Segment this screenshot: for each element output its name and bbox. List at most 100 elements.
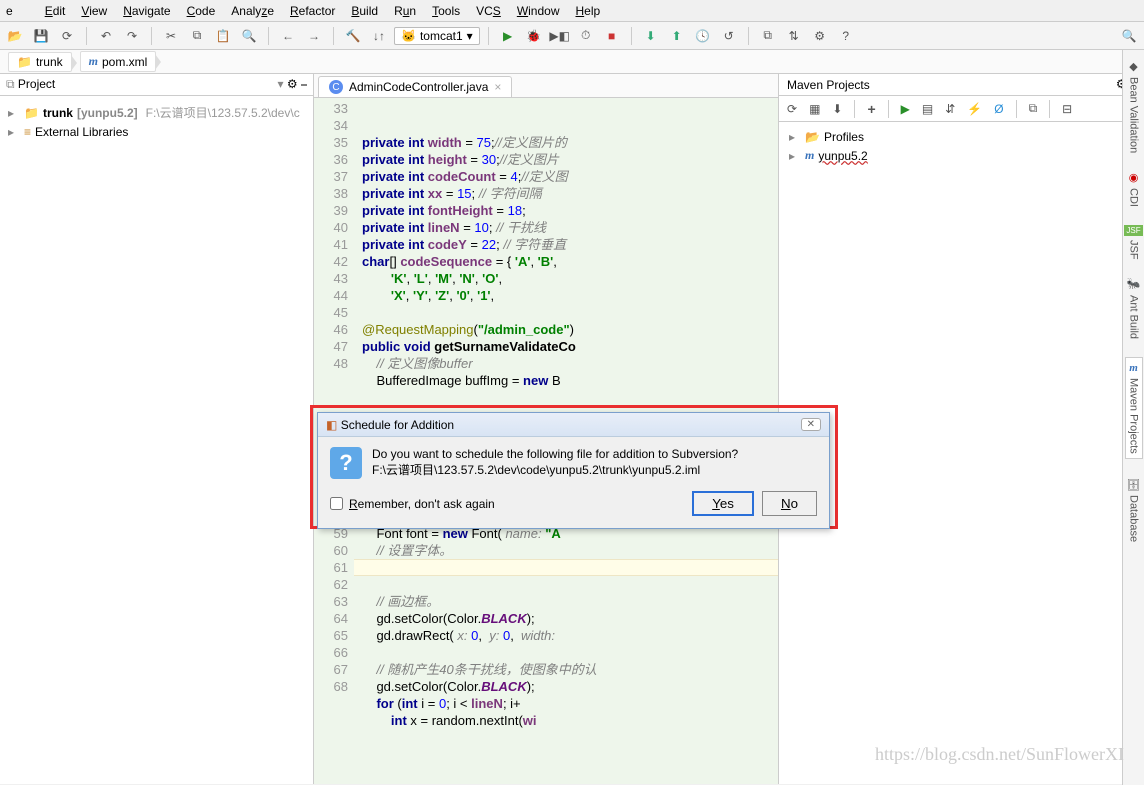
vcs-update-icon[interactable]: ⬇ xyxy=(640,25,662,47)
profile-icon[interactable]: ⏱ xyxy=(575,25,597,47)
menu-tools[interactable]: Tools xyxy=(432,4,460,18)
maven-project-node[interactable]: ▸myunpu5.2 xyxy=(789,146,1134,165)
menu-view[interactable]: View xyxy=(81,4,107,18)
menu-edit[interactable]: Edit xyxy=(45,4,66,18)
execute-icon[interactable]: ▤ xyxy=(922,102,933,116)
coverage-icon[interactable]: ▶◧ xyxy=(549,25,571,47)
menu-run[interactable]: Run xyxy=(394,4,416,18)
stop-icon[interactable]: ■ xyxy=(601,25,623,47)
ide-settings-icon[interactable]: ⚙ xyxy=(809,25,831,47)
redo-icon[interactable]: ↷ xyxy=(121,25,143,47)
editor-tabs: C AdminCodeController.java × xyxy=(314,74,778,98)
offline-icon[interactable]: ⚡ xyxy=(967,102,982,116)
menu-window[interactable]: Window xyxy=(517,4,560,18)
profiles-icon: 📂 xyxy=(805,130,820,144)
root-suffix: [yunpu5.2] xyxy=(77,106,138,120)
remember-checkbox[interactable]: Remember, don't ask again xyxy=(330,497,495,511)
menu-refactor[interactable]: Refactor xyxy=(290,4,335,18)
paste-icon[interactable]: 📋 xyxy=(212,25,234,47)
show-deps-icon[interactable]: ⧉ xyxy=(1029,101,1038,116)
find-icon[interactable]: 🔍 xyxy=(238,25,260,47)
menu-file[interactable]: e xyxy=(6,4,29,18)
external-libs-label: External Libraries xyxy=(35,125,128,139)
crumb-pom[interactable]: mpom.xml xyxy=(80,51,157,72)
maven-icon: m xyxy=(805,148,814,163)
no-button[interactable]: No xyxy=(762,491,817,516)
menu-code[interactable]: Code xyxy=(187,4,216,18)
yes-button[interactable]: Yes xyxy=(692,491,754,516)
editor-tab[interactable]: C AdminCodeController.java × xyxy=(318,76,512,97)
skip-tests-icon[interactable]: Ø xyxy=(994,102,1003,116)
menubar: e Edit View Navigate Code Analyze Refact… xyxy=(0,0,1144,22)
tree-external-libs[interactable]: ▸ ≡ External Libraries xyxy=(8,123,305,141)
expand-icon[interactable]: ▾ xyxy=(278,77,284,91)
toggle-icon[interactable]: ⇵ xyxy=(945,102,955,116)
refresh-icon[interactable]: ⟳ xyxy=(56,25,78,47)
structure-icon[interactable]: ⧉ xyxy=(757,25,779,47)
menu-analyze[interactable]: Analyze xyxy=(231,4,274,18)
chevron-right-icon: ▸ xyxy=(8,125,20,139)
rail-cdi[interactable]: ◉CDI xyxy=(1127,171,1140,207)
back-icon[interactable]: ← xyxy=(277,25,299,47)
vcs-commit-icon[interactable]: ⬆ xyxy=(666,25,688,47)
crumb-trunk-label: trunk xyxy=(36,55,63,69)
copy-icon[interactable]: ⧉ xyxy=(186,25,208,47)
root-label: trunk xyxy=(43,106,73,120)
dialog-close-icon[interactable]: ✕ xyxy=(801,418,821,431)
remember-checkbox-input[interactable] xyxy=(330,497,343,510)
project-header: ⧉ Project ▾ ⚙ ⎯ xyxy=(0,74,313,96)
cut-icon[interactable]: ✂ xyxy=(160,25,182,47)
run-maven-icon[interactable]: ▶ xyxy=(901,102,910,116)
undo-icon[interactable]: ↶ xyxy=(95,25,117,47)
rail-ant[interactable]: 🐜Ant Build xyxy=(1127,278,1140,339)
maven-tool-window: Maven Projects ⚙ ⎯ ⟳ ▦ ⬇ + ▶ ▤ ⇵ ⚡ Ø ⧉ ⊟… xyxy=(779,74,1144,784)
project-tool-window: ⧉ Project ▾ ⚙ ⎯ ▸ 📁 trunk [yunpu5.2] F:\… xyxy=(0,74,314,784)
run-config-label: tomcat1 xyxy=(420,29,463,43)
rail-bean-validation[interactable]: ◆Bean Validation xyxy=(1127,60,1140,153)
search-everywhere-icon[interactable]: 🔍 xyxy=(1118,25,1140,47)
help-icon[interactable]: ? xyxy=(835,25,857,47)
maven-title: Maven Projects xyxy=(787,78,870,92)
generate-sources-icon[interactable]: ▦ xyxy=(809,102,820,116)
schedule-addition-dialog: ◧ Schedule for Addition ✕ ? Do you want … xyxy=(317,412,830,529)
menu-vcs[interactable]: VCS xyxy=(476,4,501,18)
rail-maven[interactable]: mMaven Projects xyxy=(1125,357,1143,459)
reimport-icon[interactable]: ⟳ xyxy=(787,102,797,116)
crumb-trunk[interactable]: 📁trunk xyxy=(8,52,72,72)
save-icon[interactable]: 💾 xyxy=(30,25,52,47)
gear-icon[interactable]: ⚙ xyxy=(287,77,298,91)
build-icon[interactable]: 🔨 xyxy=(342,25,364,47)
menu-navigate[interactable]: Navigate xyxy=(123,4,170,18)
rail-database[interactable]: 🗄Database xyxy=(1127,477,1140,542)
main-toolbar: 📂 💾 ⟳ ↶ ↷ ✂ ⧉ 📋 🔍 ← → 🔨 ↓↑ 🐱tomcat1▾ ▶ 🐞… xyxy=(0,22,1144,50)
open-icon[interactable]: 📂 xyxy=(4,25,26,47)
vcs-history-icon[interactable]: 🕓 xyxy=(692,25,714,47)
chevron-right-icon: ▸ xyxy=(8,106,20,120)
tree-root[interactable]: ▸ 📁 trunk [yunpu5.2] F:\云谱项目\123.57.5.2\… xyxy=(8,102,305,123)
maven-profiles[interactable]: ▸📂Profiles xyxy=(789,128,1134,146)
vcs-revert-icon[interactable]: ↺ xyxy=(718,25,740,47)
add-project-icon[interactable]: + xyxy=(867,101,875,117)
profiles-label: Profiles xyxy=(824,130,864,144)
hierarchy-icon[interactable]: ⇅ xyxy=(783,25,805,47)
question-icon: ? xyxy=(330,447,362,479)
right-tool-rail: ◆Bean Validation ◉CDI JSFJSF 🐜Ant Build … xyxy=(1122,50,1144,785)
debug-icon[interactable]: 🐞 xyxy=(523,25,545,47)
dialog-path: F:\云谱项目\123.57.5.2\dev\code\yunpu5.2\tru… xyxy=(372,461,738,478)
config-arrow-icon[interactable]: ↓↑ xyxy=(368,25,390,47)
menu-build[interactable]: Build xyxy=(351,4,378,18)
hide-icon[interactable]: ⎯ xyxy=(301,77,307,91)
menu-help[interactable]: Help xyxy=(576,4,601,18)
close-tab-icon[interactable]: × xyxy=(494,80,501,94)
dialog-title: Schedule for Addition xyxy=(341,418,454,432)
editor-tab-label: AdminCodeController.java xyxy=(349,80,488,94)
collapse-icon[interactable]: ⊟ xyxy=(1062,102,1072,116)
root-path: F:\云谱项目\123.57.5.2\dev\c xyxy=(146,104,300,121)
forward-icon[interactable]: → xyxy=(303,25,325,47)
run-config-dropdown[interactable]: 🐱tomcat1▾ xyxy=(394,27,480,45)
download-icon[interactable]: ⬇ xyxy=(832,102,842,116)
run-icon[interactable]: ▶ xyxy=(497,25,519,47)
maven-project-label: yunpu5.2 xyxy=(818,149,867,163)
rail-jsf[interactable]: JSFJSF xyxy=(1124,225,1142,260)
dialog-message: Do you want to schedule the following fi… xyxy=(372,447,738,461)
